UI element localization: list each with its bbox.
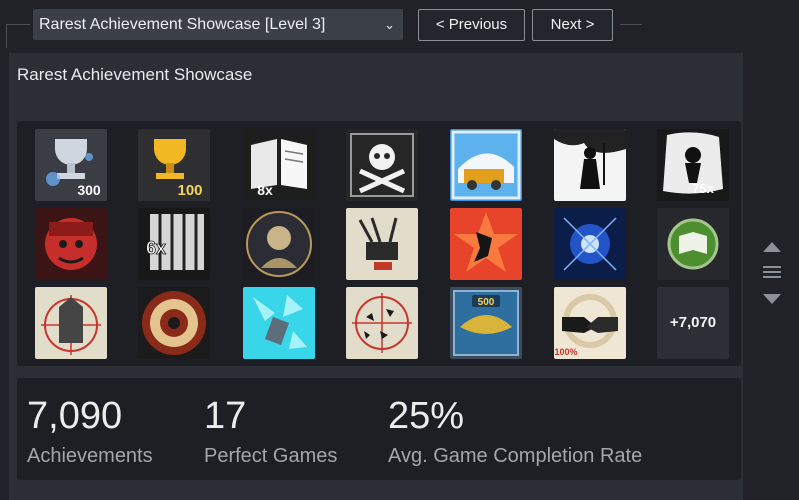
shattered-blue-icon[interactable] — [243, 287, 315, 359]
stats-summary: 7,090 Achievements 17 Perfect Games 25% … — [17, 378, 741, 480]
silver-trophy-300-icon[interactable]: 300 — [35, 129, 107, 201]
masked-face-icon[interactable] — [35, 208, 107, 280]
stat-value: 25% — [388, 395, 465, 437]
ach-overlay: 75x — [692, 181, 714, 196]
more-achievements-tile[interactable]: +7,070 — [657, 287, 729, 359]
next-button[interactable]: Next > — [532, 9, 613, 41]
move-down-icon[interactable] — [763, 294, 781, 304]
chevron-down-icon: ⌄ — [384, 17, 395, 32]
showcase-select-value: Rarest Achievement Showcase [Level 3] — [39, 16, 326, 33]
gold-trophy-100-icon[interactable]: 100 — [138, 129, 210, 201]
stat-label: Avg. Game Completion Rate — [388, 445, 643, 467]
ach-overlay: 500 — [478, 297, 495, 308]
wings-500-badge-icon[interactable]: 500 — [450, 287, 522, 359]
move-up-icon[interactable] — [763, 242, 781, 252]
previous-button[interactable]: < Previous — [418, 9, 525, 41]
toolbar: Rarest Achievement Showcase [Level 3] ⌄ … — [0, 0, 799, 50]
achievement-grid: 300 100 8x 75x 6x 500 100% +7,070 — [17, 121, 741, 366]
stat-label: Perfect Games — [204, 445, 338, 467]
snow-truck-icon[interactable] — [450, 129, 522, 201]
drag-handle-icon[interactable] — [763, 266, 781, 281]
anti-air-gun-icon[interactable] — [346, 208, 418, 280]
tower-target-icon[interactable] — [35, 287, 107, 359]
archer-silhouette-icon[interactable] — [554, 129, 626, 201]
ach-overlay: 100% — [554, 347, 577, 357]
explosion-figure-icon[interactable] — [450, 208, 522, 280]
ach-overlay: 6x — [146, 238, 166, 258]
handshake-100-icon[interactable]: 100% — [554, 287, 626, 359]
ach-overlay: 300 — [77, 182, 101, 198]
showcase-panel: Rarest Achievement Showcase 300 100 8x 7… — [9, 53, 743, 500]
stat-value: 7,090 — [27, 395, 123, 437]
showcase-type-select[interactable]: Rarest Achievement Showcase [Level 3] ⌄ — [33, 9, 403, 40]
wheel-target-icon[interactable] — [138, 287, 210, 359]
ach-overlay: 8x — [257, 182, 273, 198]
panel-title: Rarest Achievement Showcase — [17, 65, 253, 84]
bust-medallion-icon[interactable] — [243, 208, 315, 280]
green-book-badge-icon[interactable] — [657, 208, 729, 280]
open-book-8x-icon[interactable]: 8x — [243, 129, 315, 201]
figure-75x-icon[interactable]: 75x — [657, 129, 729, 201]
blue-energy-icon[interactable] — [554, 208, 626, 280]
ach-overlay: 100 — [177, 182, 202, 199]
prison-bars-6x-icon[interactable]: 6x — [138, 208, 210, 280]
stat-label: Achievements — [27, 445, 153, 467]
crosshair-target-icon[interactable] — [346, 287, 418, 359]
stat-value: 17 — [204, 395, 247, 437]
skull-crossbones-icon[interactable] — [346, 129, 418, 201]
